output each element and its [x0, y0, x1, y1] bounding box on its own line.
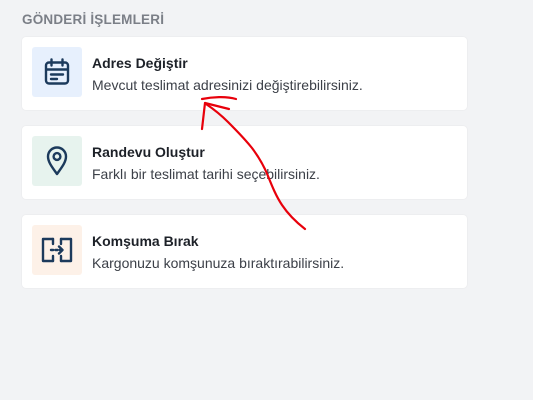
action-description: Mevcut teslimat adresinizi değiştirebili… — [92, 77, 363, 93]
action-title: Komşuma Bırak — [92, 233, 199, 249]
action-card-change-address[interactable]: Adres Değiştir Mevcut teslimat adresiniz… — [22, 37, 467, 110]
section-title: GÖNDERİ İŞLEMLERİ — [22, 12, 165, 27]
icon-box — [32, 225, 82, 275]
calendar-icon — [44, 58, 70, 85]
action-description: Kargonuzu komşunuza bıraktırabilirsiniz. — [92, 255, 345, 271]
action-title: Randevu Oluştur — [92, 144, 205, 160]
action-title: Adres Değiştir — [92, 55, 188, 71]
transfer-icon — [41, 237, 73, 263]
location-pin-icon — [46, 146, 68, 176]
action-card-create-appointment[interactable]: Randevu Oluştur Farklı bir teslimat tari… — [22, 126, 467, 199]
icon-box — [32, 47, 82, 97]
action-description: Farklı bir teslimat tarihi seçebilirsini… — [92, 166, 320, 182]
action-card-leave-with-neighbor[interactable]: Komşuma Bırak Kargonuzu komşunuza bırakt… — [22, 215, 467, 288]
icon-box — [32, 136, 82, 186]
